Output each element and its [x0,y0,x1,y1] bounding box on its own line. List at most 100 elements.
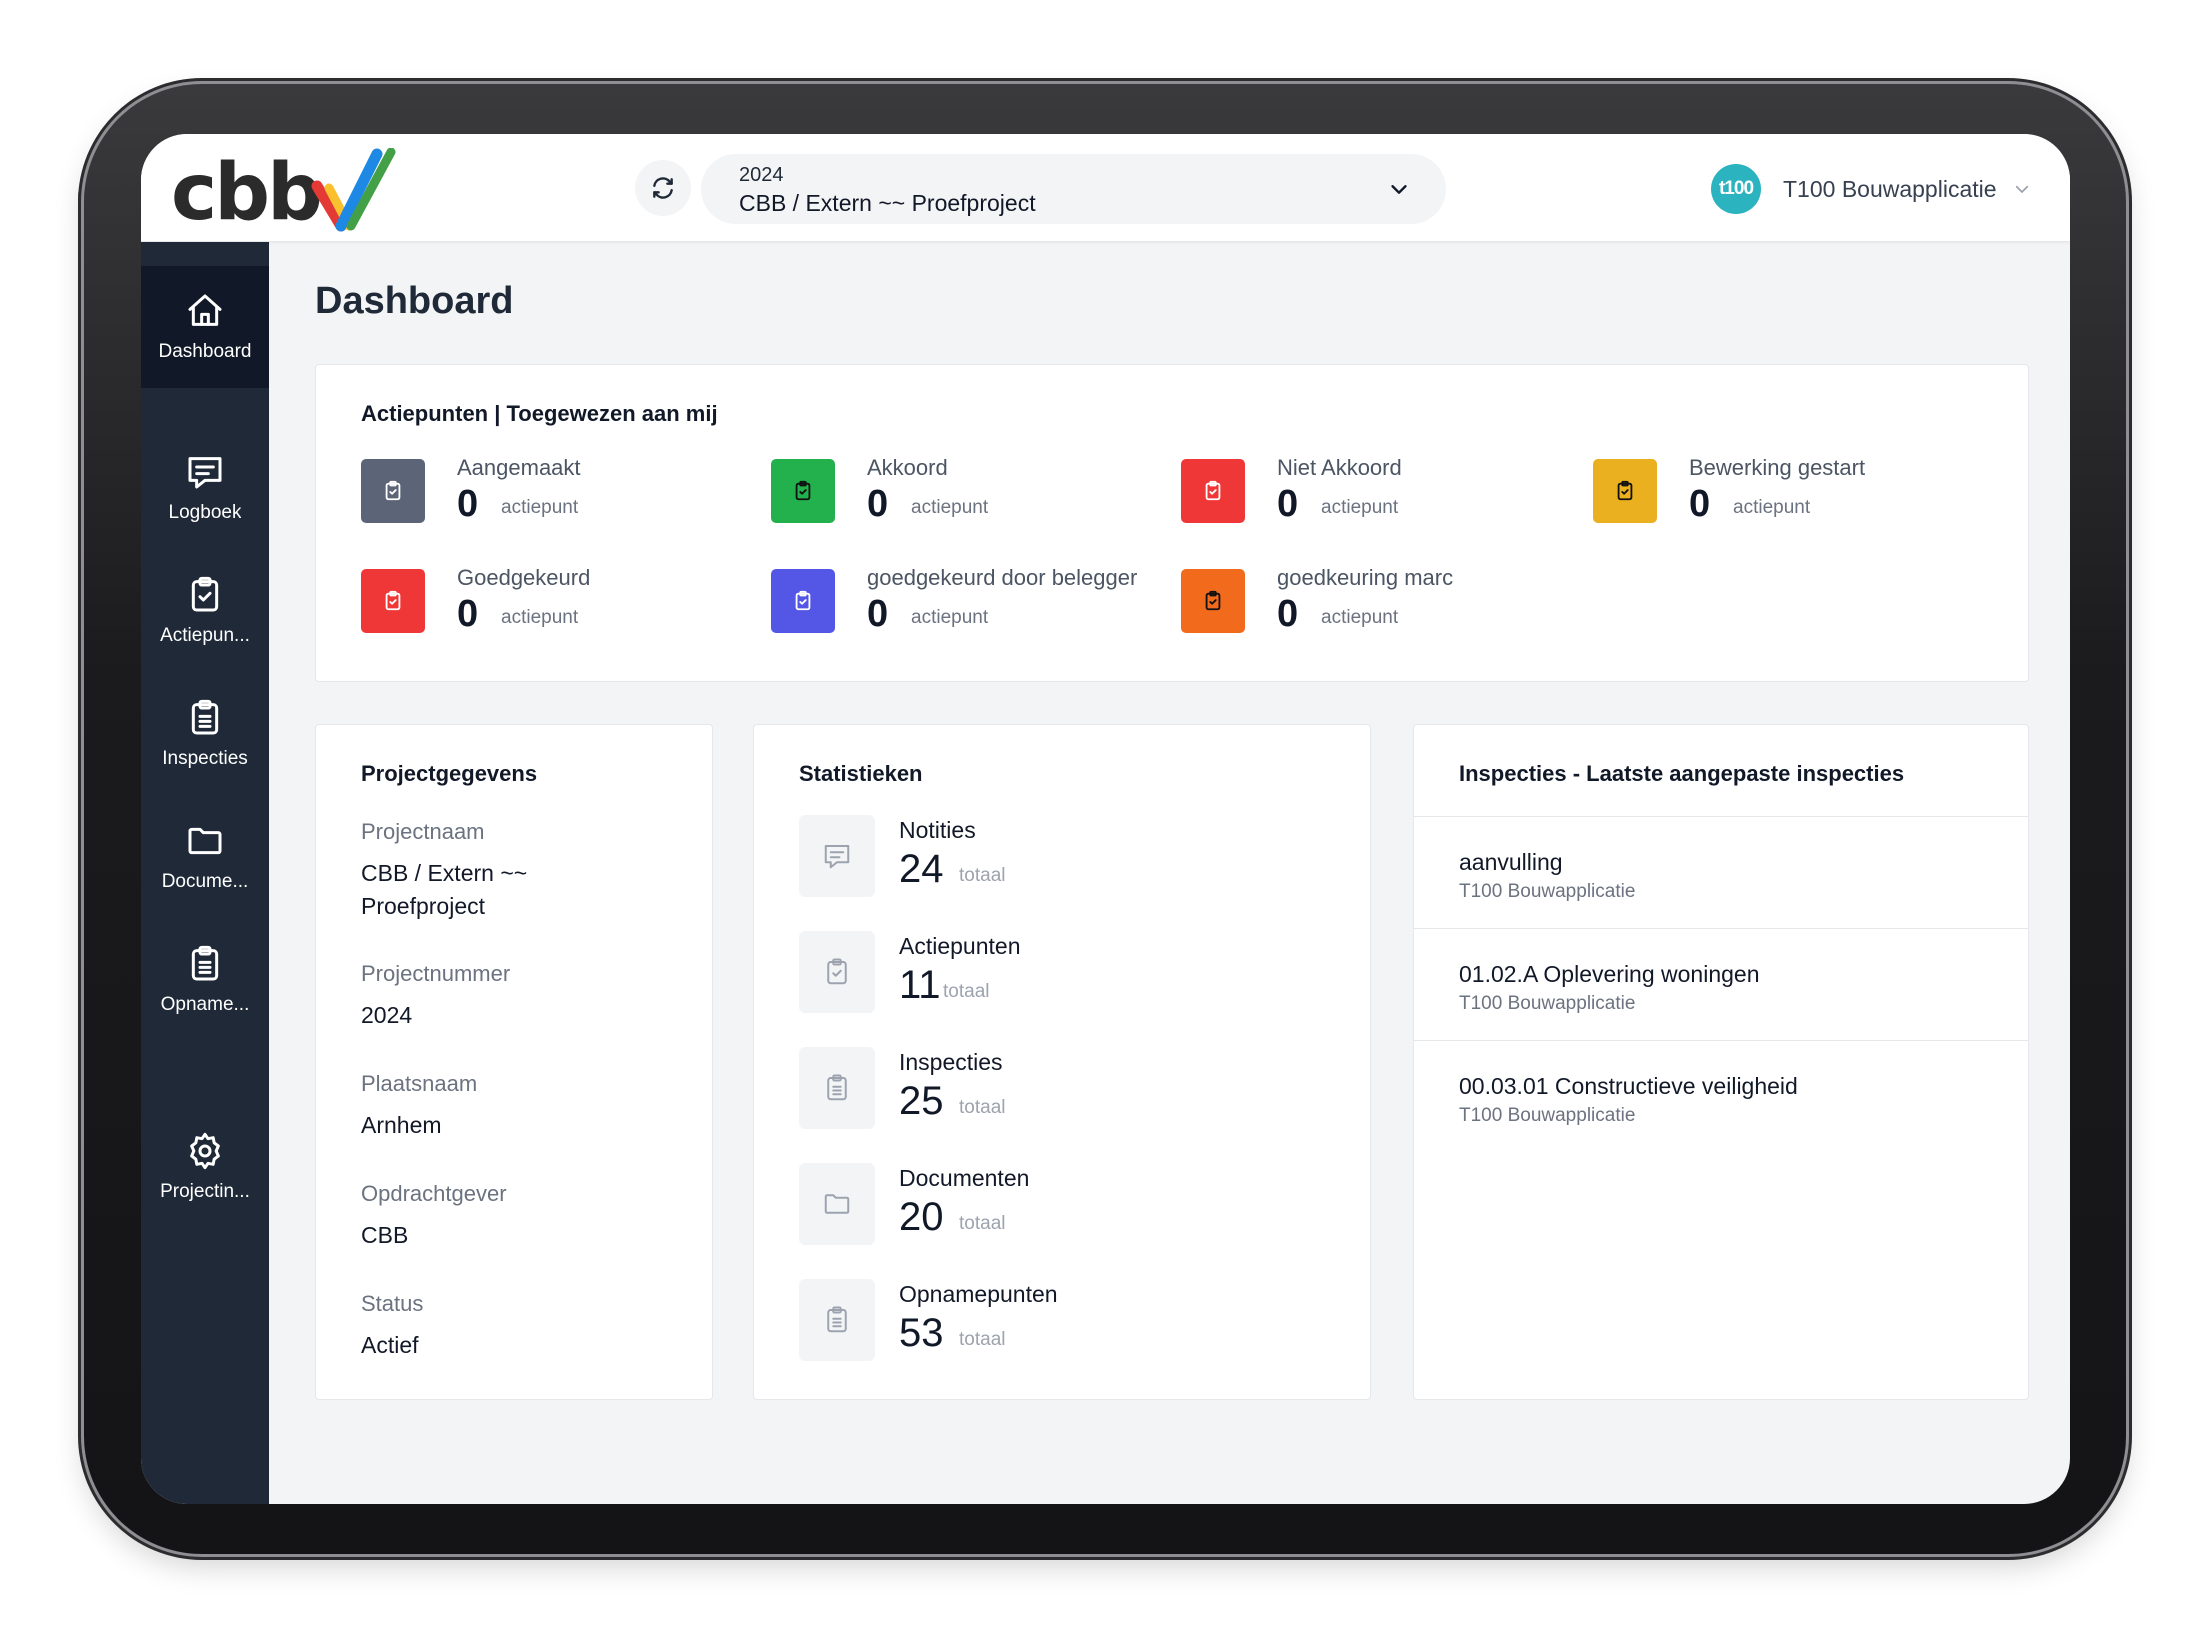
clipboard-check-icon [1205,590,1221,611]
actiepunt-status-item[interactable]: Niet Akkoord 0 actiepunt [1181,455,1581,525]
status-icon [1181,569,1245,633]
inspectie-row[interactable]: 00.03.01 Constructieve veiligheid T100 B… [1414,1041,2028,1153]
clipboard-list-icon [827,1306,847,1333]
inspectie-author: T100 Bouwapplicatie [1459,881,1636,902]
status-icon [1181,459,1245,523]
sidebar-item-label: Actiepun... [160,625,250,646]
field-label: Plaatsnaam [361,1071,478,1096]
projectgegevens-title: Projectgegevens [361,761,538,786]
stat-item[interactable]: Actiepunten 11 totaal [799,931,1299,1017]
status-label: Akkoord [867,455,948,480]
inspectie-author: T100 Bouwapplicatie [1459,1105,1636,1126]
clipboard-check-icon [827,958,847,985]
projectgegevens-card: Projectgegevens Projectnaam CBB / Extern… [315,724,713,1400]
tablet-frame: cbb 2024 CBB / Extern ~~ Proefproject t1… [84,84,2126,1554]
stat-item[interactable]: Documenten 20 totaal [799,1163,1299,1249]
actiepunt-status-item[interactable]: goedkeuring marc 0 actiepunt [1181,565,1581,635]
inspectie-row[interactable]: 01.02.A Oplevering woningen T100 Bouwapp… [1414,929,2028,1041]
inspecties-title: Inspecties - Laatste aangepaste inspecti… [1459,761,1905,786]
stat-label: Actiepunten [899,933,1021,959]
sidebar-item-label: Inspecties [162,748,248,769]
field-value: 2024 [361,1002,413,1028]
actiepunt-status-item[interactable]: Goedgekeurd 0 actiepunt [361,565,761,635]
sidebar-item-inspecties[interactable]: Inspecties [141,673,269,795]
project-field: Status Actief [361,1291,681,1362]
sidebar-item-logboek[interactable]: Logboek [141,427,269,549]
refresh-icon [653,177,673,199]
actiepunt-status-item[interactable]: goedgekeurd door belegger 0 actiepunt [771,565,1171,635]
cbb-logo[interactable]: cbb [171,144,401,238]
sidebar-item-projectinstellingen[interactable]: Projectin... [141,1106,269,1228]
stat-item[interactable]: Notities 24 totaal [799,815,1299,901]
stat-icon-box [799,1163,875,1245]
stat-item[interactable]: Inspecties 25 totaal [799,1047,1299,1133]
clipboard-list-icon [827,1074,847,1101]
inspectie-author: T100 Bouwapplicatie [1459,993,1636,1014]
status-label: Bewerking gestart [1689,455,1866,480]
actiepunt-status-item[interactable]: Bewerking gestart 0 actiepunt [1593,455,1993,525]
field-value: CBB / Extern ~~ Proefproject [361,860,528,919]
stat-unit: totaal [959,1329,1006,1350]
refresh-button[interactable] [635,160,691,216]
actiepunten-title: Actiepunten | Toegewezen aan mij [361,401,718,426]
field-value: Actief [361,1332,419,1358]
inspectie-row[interactable]: aanvulling T100 Bouwapplicatie [1414,817,2028,929]
sidebar-item-label: Projectin... [160,1181,250,1202]
field-value: CBB [361,1222,409,1248]
stat-count: 24 [899,847,944,891]
sidebar-item-documenten[interactable]: Docume... [141,796,269,918]
stat-label: Documenten [899,1165,1030,1191]
inspectie-title: 00.03.01 Constructieve veiligheid [1459,1073,1798,1099]
stat-label: Notities [899,817,976,843]
project-field: Plaatsnaam Arnhem [361,1071,681,1142]
field-label: Projectnaam [361,819,485,844]
stat-unit: totaal [943,981,990,1002]
clipboard-check-icon [795,590,811,611]
sidebar-item-label: Docume... [161,871,249,892]
field-value: Arnhem [361,1112,442,1138]
status-icon [361,569,425,633]
status-label: Aangemaakt [457,455,581,480]
stat-icon-box [799,1279,875,1361]
inspectie-title: 01.02.A Oplevering woningen [1459,961,1760,987]
status-count: 0 [1277,483,1299,525]
status-count: 0 [457,483,479,525]
sidebar-item-actiepunten[interactable]: Actiepun... [141,550,269,672]
message-icon [188,457,222,489]
stat-count: 20 [899,1195,944,1239]
actiepunt-status-item[interactable]: Akkoord 0 actiepunt [771,455,1171,525]
stat-icon-box [799,815,875,897]
status-count: 0 [1277,593,1299,635]
sidebar-item-label: Opname... [160,994,250,1015]
user-menu[interactable]: t100 T100 Bouwapplicatie [1711,164,2051,214]
project-field: Projectnummer 2024 [361,961,681,1032]
stat-count: 53 [899,1311,944,1355]
status-icon [771,569,835,633]
stat-unit: totaal [959,1213,1006,1234]
project-selector[interactable]: 2024 CBB / Extern ~~ Proefproject [701,154,1446,224]
clipboard-check-icon [385,590,401,611]
sidebar-item-dashboard[interactable]: Dashboard [141,266,269,388]
user-name: T100 Bouwapplicatie [1783,176,1997,202]
clipboard-list-icon [191,699,219,735]
status-unit: actiepunt [911,607,989,628]
field-label: Opdrachtgever [361,1181,507,1206]
inspecties-header: Inspecties - Laatste aangepaste inspecti… [1414,725,2028,817]
statistieken-title: Statistieken [799,761,923,786]
sidebar: Dashboard Logboek Actiepun... Inspecties… [141,242,269,1504]
sidebar-item-opnamepunten[interactable]: Opname... [141,919,269,1041]
field-label: Status [361,1291,424,1316]
status-unit: actiepunt [911,497,989,518]
status-label: goedkeuring marc [1277,565,1454,590]
status-count: 0 [867,483,889,525]
field-label: Projectnummer [361,961,511,986]
clipboard-check-icon [385,480,401,501]
app-screen: cbb 2024 CBB / Extern ~~ Proefproject t1… [141,134,2070,1504]
stat-item[interactable]: Opnamepunten 53 totaal [799,1279,1299,1365]
home-icon [188,294,222,326]
clipboard-list-icon [191,945,219,981]
status-icon [1593,459,1657,523]
statistieken-card: Statistieken Notities 24 totaal Actiepun… [753,724,1371,1400]
project-field: Opdrachtgever CBB [361,1181,681,1252]
actiepunt-status-item[interactable]: Aangemaakt 0 actiepunt [361,455,761,525]
